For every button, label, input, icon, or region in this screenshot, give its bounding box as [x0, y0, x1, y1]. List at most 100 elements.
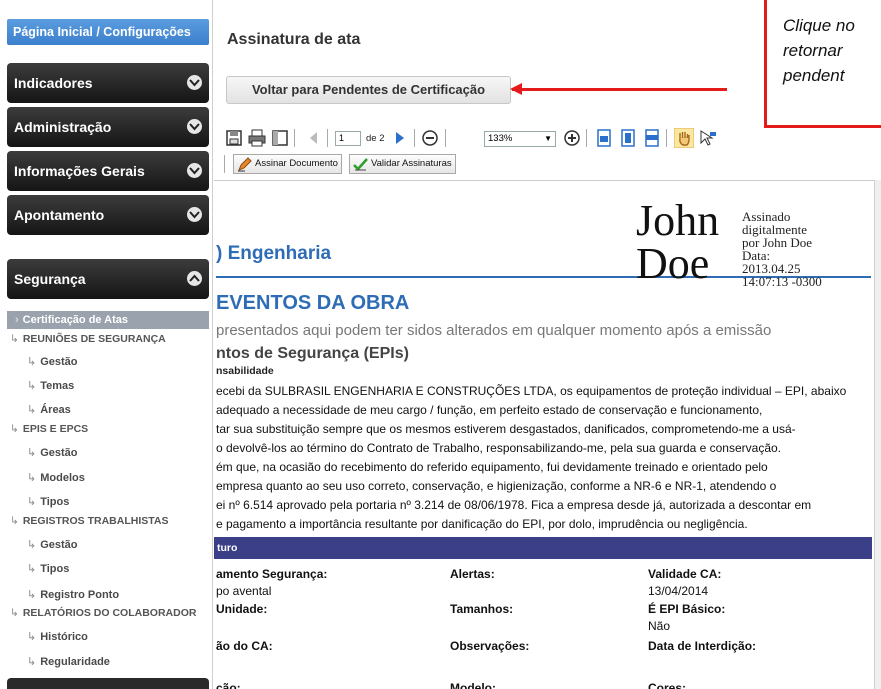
zoom-out-icon[interactable] [420, 128, 440, 148]
arrow-icon: › [15, 314, 19, 326]
return-arrow-icon: ↳ [27, 589, 37, 601]
field-label: Alertas: [450, 567, 495, 581]
submenu-item-historico[interactable]: ↳ Histórico [27, 628, 88, 646]
field-label: amento Segurança: [216, 567, 328, 581]
field-label: Validade CA: [648, 567, 722, 581]
toolbar-separator [666, 129, 667, 147]
signature-name-line1: John [636, 196, 720, 245]
save-icon[interactable] [224, 128, 244, 148]
button-label: Validar Assinaturas [371, 158, 452, 169]
return-arrow-icon: ↳ [10, 515, 19, 527]
button-label: Assinar Documento [255, 158, 338, 169]
fit-width-icon[interactable] [642, 128, 662, 148]
document-scrollbar[interactable] [874, 180, 881, 689]
return-arrow-icon: ↳ [27, 472, 37, 484]
toolbar-separator [445, 129, 446, 147]
checkmark-icon [353, 157, 368, 179]
chevron-down-icon [187, 207, 202, 222]
signature-name-line2: Doe [636, 239, 710, 288]
submenu-item-gestao[interactable]: ↳ Gestão [27, 353, 78, 371]
field-label: Unidade: [216, 602, 268, 616]
document-subtitle: presentados aqui podem ter sidos alterad… [216, 322, 772, 339]
hand-tool-icon[interactable] [673, 127, 695, 149]
sidebar-item-apontamento[interactable]: Apontamento [7, 195, 209, 235]
field-label: Data de Interdição: [648, 639, 757, 653]
return-arrow-icon: ↳ [27, 356, 37, 368]
company-logo: ) Engenharia [216, 243, 332, 264]
submenu-item-gestao[interactable]: ↳ Gestão [27, 536, 78, 554]
toolbar-separator [414, 129, 415, 147]
submenu-category-epis[interactable]: ↳ EPIS E EPCS [10, 420, 88, 438]
dropdown-arrow-icon: ▼ [544, 134, 552, 143]
field-label: Observações: [450, 639, 530, 653]
sidebar-home-config[interactable]: Página Inicial / Configurações [7, 19, 209, 45]
toolbar-separator [327, 129, 328, 147]
submenu-item-registro-ponto[interactable]: ↳ Registro Ponto [27, 586, 119, 604]
annotation-callout: Clique no retornar pendent [764, 0, 881, 128]
submenu-label: Certificação de Atas [22, 314, 129, 326]
submenu-category-registros[interactable]: ↳ REGISTROS TRABALHISTAS [10, 512, 168, 530]
paragraph-line: e pagamento a importância resultante por… [216, 517, 748, 531]
field-label: Modelo: [450, 681, 496, 689]
print-icon[interactable] [247, 128, 267, 148]
return-arrow-icon: ↳ [27, 496, 37, 508]
submenu-label: REGISTROS TRABALHISTAS [22, 515, 169, 527]
section-subheading: nsabilidade [216, 365, 274, 377]
callout-line: pendent [783, 66, 845, 85]
seguranca-submenu: › Certificação de Atas ↳ REUNIÕES DE SEGUR… [7, 308, 209, 670]
sidebar-item-indicadores[interactable]: Indicadores [7, 63, 209, 103]
submenu-item-temas[interactable]: ↳ Temas [27, 377, 74, 395]
submenu-label: Registro Ponto [40, 589, 120, 601]
page-title: Assinatura de ata [227, 31, 361, 48]
sign-document-button[interactable]: Assinar Documento [233, 154, 342, 174]
sidebar-item-administracao[interactable]: Administração [7, 107, 209, 147]
submenu-item-modelos[interactable]: ↳ Modelos [27, 469, 85, 487]
submenu-item-tipos[interactable]: ↳ Tipos [27, 493, 69, 511]
pdf-viewer-toolbar: 1 de 2 133% ▼ [214, 124, 881, 152]
submenu-item-gestao[interactable]: ↳ Gestão [27, 444, 78, 462]
return-arrow-icon: ↳ [27, 631, 37, 643]
section-band: turo [214, 537, 872, 559]
fit-page-icon[interactable] [618, 128, 638, 148]
toolbar-separator [586, 129, 587, 147]
validate-signatures-button[interactable]: Validar Assinaturas [349, 154, 456, 174]
zoom-in-icon[interactable] [562, 128, 582, 148]
return-arrow-icon: ↳ [27, 656, 37, 668]
page-count: de 2 [366, 133, 385, 144]
page-number-input[interactable]: 1 [335, 131, 361, 146]
submenu-item-regularidade[interactable]: ↳ Regularidade [27, 653, 110, 671]
sidebar-toggle-icon[interactable] [270, 128, 290, 148]
submenu-category-relatorios[interactable]: ↳ RELATÓRIOS DO COLABORADOR [10, 604, 196, 622]
paragraph-line: tar sua substituição sempre que os mesmo… [216, 422, 796, 436]
return-arrow-icon: ↳ [10, 423, 19, 435]
callout-line: Clique no [783, 16, 855, 35]
return-arrow-icon: ↳ [10, 607, 19, 619]
select-tool-icon[interactable] [698, 128, 718, 148]
field-value: Não [648, 619, 671, 633]
submenu-item-areas[interactable]: ↳ Áreas [27, 401, 71, 419]
sidebar-item-seguranca[interactable]: Segurança [7, 259, 209, 299]
pdf-document-page[interactable]: ) Engenharia EVENTOS DA OBRA presentados… [214, 180, 874, 689]
previous-page-icon[interactable] [304, 128, 324, 148]
return-arrow-icon: ↳ [27, 563, 37, 575]
actual-size-icon[interactable] [594, 128, 614, 148]
paragraph-line: ei nº 6.514 aprovado pela portaria nº 3.… [216, 498, 812, 512]
zoom-select[interactable]: 133% ▼ [484, 131, 556, 147]
toolbar-separator [224, 155, 225, 173]
field-label: ção: [216, 681, 241, 689]
paragraph-line: ém que, na ocasião do recebimento do ref… [216, 460, 768, 474]
back-to-pending-button[interactable]: Voltar para Pendentes de Certificação [226, 76, 511, 104]
field-label: É EPI Básico: [648, 602, 726, 616]
sidebar-item-next[interactable] [7, 678, 209, 689]
submenu-item-tipos[interactable]: ↳ Tipos [27, 560, 69, 578]
sidebar-item-informacoes-gerais[interactable]: Informações Gerais [7, 151, 209, 191]
submenu-category-reunioes[interactable]: ↳ REUNIÕES DE SEGURANÇA [10, 330, 166, 348]
next-page-icon[interactable] [390, 128, 410, 148]
submenu-certificacao-atas[interactable]: › Certificação de Atas [7, 311, 209, 329]
submenu-label: Regularidade [40, 656, 110, 668]
toolbar-separator [294, 129, 295, 147]
chevron-down-icon [187, 75, 202, 90]
pen-icon [237, 157, 252, 179]
submenu-label: Gestão [40, 539, 78, 551]
chevron-down-icon [187, 163, 202, 178]
